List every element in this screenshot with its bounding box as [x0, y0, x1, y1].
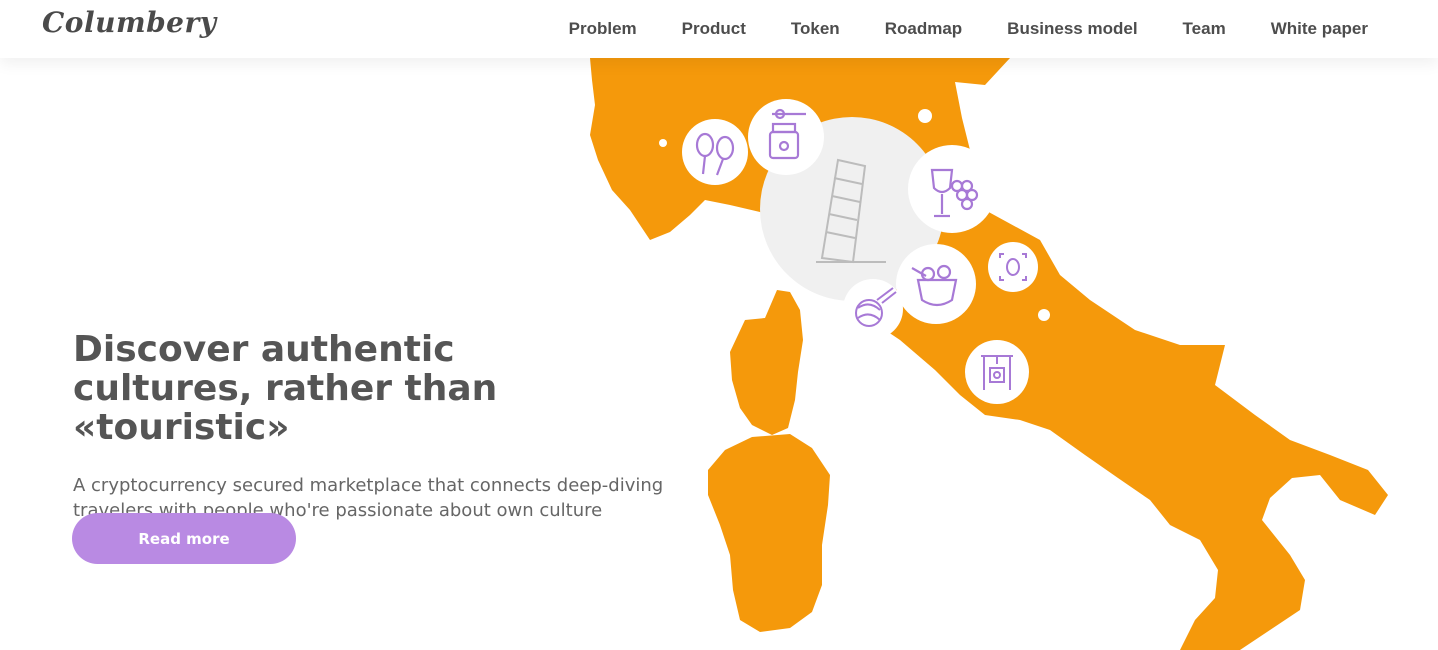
focus-target-icon[interactable] — [988, 242, 1038, 292]
nav-link-team[interactable]: Team — [1183, 19, 1226, 39]
hero-title: Discover authentic cultures, rather than… — [73, 329, 498, 448]
nav-link-token[interactable]: Token — [791, 19, 840, 39]
hero-section: Discover authentic cultures, rather than… — [73, 330, 673, 523]
read-more-button[interactable]: Read more — [72, 513, 296, 564]
columbery-logo[interactable]: Columbery — [42, 6, 217, 39]
cooking-pot-icon[interactable] — [896, 244, 976, 324]
nav-link-roadmap[interactable]: Roadmap — [885, 19, 962, 39]
maracas-icon[interactable] — [682, 119, 748, 185]
wine-grapes-icon[interactable] — [908, 145, 996, 233]
nav-link-product[interactable]: Product — [682, 19, 746, 39]
main-nav: Problem Product Token Roadmap Business m… — [524, 19, 1368, 39]
nav-link-problem[interactable]: Problem — [569, 19, 637, 39]
top-navbar: Columbery Problem Product Token Roadmap … — [0, 0, 1438, 58]
nav-link-white-paper[interactable]: White paper — [1271, 19, 1368, 39]
yarn-ball-icon[interactable] — [843, 279, 903, 339]
nav-link-business-model[interactable]: Business model — [1007, 19, 1137, 39]
honey-jar-icon[interactable] — [748, 99, 824, 175]
bbq-grill-icon[interactable] — [965, 340, 1029, 404]
